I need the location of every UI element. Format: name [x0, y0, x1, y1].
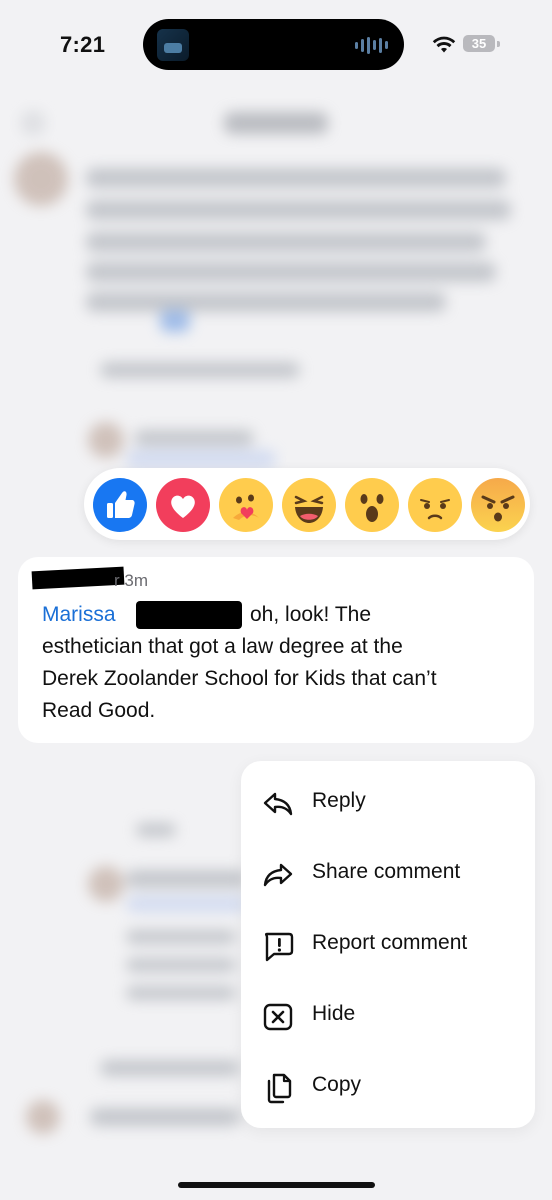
redacted-mention-surname [136, 601, 242, 629]
comment-line-1: Marissa [42, 603, 116, 627]
dynamic-island[interactable] [143, 19, 404, 70]
wow-reaction[interactable] [345, 478, 399, 532]
surprised-face-icon [360, 494, 384, 522]
care-hug-icon [233, 494, 259, 520]
report-icon [264, 932, 294, 962]
angry-reaction[interactable] [471, 478, 525, 532]
menu-item-reply[interactable]: Reply [241, 773, 535, 833]
mention-link[interactable]: Marissa [42, 603, 116, 626]
care-reaction[interactable] [219, 478, 273, 532]
heart-icon [171, 495, 195, 518]
battery-icon: 35 [463, 35, 495, 52]
copy-icon [267, 1073, 292, 1104]
reaction-picker [84, 468, 530, 540]
menu-label-copy: Copy [312, 1073, 362, 1096]
comment-context-menu: Reply Share comment Report comment Hide … [241, 761, 535, 1128]
menu-label-report-comment: Report comment [312, 931, 468, 954]
thumbs-up-icon [107, 491, 135, 518]
hide-x-icon [263, 1003, 293, 1031]
sad-face-icon [420, 499, 450, 520]
wifi-icon [432, 36, 456, 53]
menu-item-report-comment[interactable]: Report comment [241, 915, 535, 975]
home-indicator[interactable] [178, 1182, 375, 1188]
redacted-author-name [31, 566, 125, 590]
audio-waveform-icon [355, 36, 388, 54]
laughing-face-icon [294, 495, 324, 523]
menu-label-reply: Reply [312, 789, 366, 812]
menu-item-copy[interactable]: Copy [241, 1057, 535, 1117]
comment-text-line-4: Read Good. [42, 699, 156, 722]
reply-arrow-icon [263, 792, 293, 816]
share-arrow-icon [263, 863, 293, 887]
menu-label-hide: Hide [312, 1002, 356, 1025]
comment-timestamp: 3m [124, 571, 149, 590]
author-name-fragment: r [114, 571, 120, 590]
sad-reaction[interactable] [408, 478, 462, 532]
menu-item-share-comment[interactable]: Share comment [241, 844, 535, 904]
status-time: 7:21 [60, 32, 106, 57]
battery-tip [497, 41, 500, 47]
comment-text-line-3: Derek Zoolander School for Kids that can… [42, 667, 437, 690]
comment-text-line-1: oh, look! The [250, 603, 372, 626]
menu-item-hide[interactable]: Hide [241, 986, 535, 1046]
haha-reaction[interactable] [282, 478, 336, 532]
battery-level: 35 [471, 36, 487, 51]
status-bar: 7:21 35 [0, 0, 552, 90]
comment-text-line-2: esthetician that got a law degree at the [42, 635, 403, 658]
comment-card[interactable]: r 3m Marissa oh, look! The esthetician t… [18, 557, 534, 743]
menu-label-share-comment: Share comment [312, 860, 461, 883]
now-playing-artwork [157, 29, 189, 61]
angry-face-icon [481, 495, 515, 522]
like-reaction[interactable] [93, 478, 147, 532]
comment-meta: r 3m [114, 571, 148, 591]
love-reaction[interactable] [156, 478, 210, 532]
